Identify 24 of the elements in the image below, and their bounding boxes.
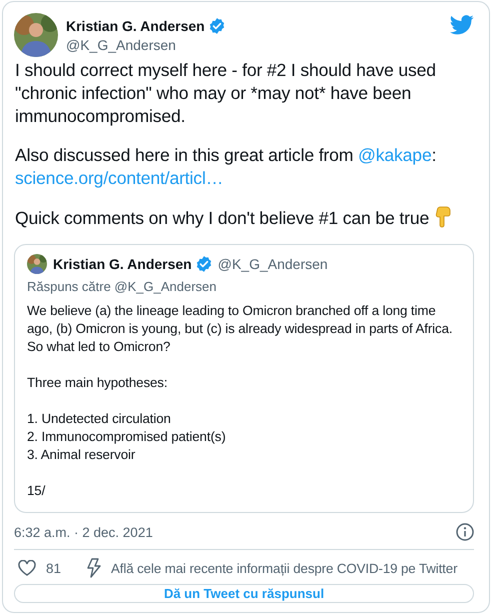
lightning-icon[interactable] (87, 558, 102, 578)
quoted-text: 2. Immunocompromised patient(s) (27, 428, 227, 446)
quoted-text: We believe (a) the lineage leading to Omicron branched off a long time ago, (b) Omicron is young, but (c) is already widespread in parts of Africa. So what led to Omicron? (27, 302, 454, 356)
quoted-text: 15/ (27, 482, 46, 500)
quoted-text: 1. Undetected circulation (27, 410, 172, 428)
covid-info-link[interactable]: Află cele mai recente informații despre COVID-19 pe Twitter (111, 560, 458, 576)
tweet-text: Also discussed here in this great article from @kakape: science.org/content/articl… (15, 144, 438, 190)
tweet-text: I should correct myself here - for #2 I should have used "chronic infection" who may or *may not* have been immunocompromised. (15, 59, 437, 128)
author-name[interactable]: Kristian G. Andersen (53, 256, 192, 272)
quoted-text: Three main hypotheses: (27, 374, 168, 392)
avatar[interactable] (27, 254, 47, 274)
author-handle[interactable]: @K_G_Andersen (218, 256, 328, 272)
author-handle[interactable]: @K_G_Andersen (66, 37, 442, 53)
timestamp[interactable]: 6:32 a.m. · 2 dec. 2021 (14, 524, 153, 540)
bird-logo-icon[interactable] (450, 15, 474, 35)
author-name[interactable]: Kristian G. Andersen (66, 18, 205, 34)
quoted-tweet[interactable] (14, 244, 474, 513)
tweet-text: Quick comments on why I don't believe #1 can be true (15, 206, 474, 230)
avatar[interactable] (14, 13, 58, 57)
reply-context: Răspuns către @K_G_Andersen (27, 279, 218, 294)
quoted-text: 3. Animal reservoir (27, 446, 136, 464)
like-count: 81 (46, 560, 62, 576)
info-icon[interactable] (456, 523, 474, 541)
heart-icon[interactable] (18, 560, 36, 576)
